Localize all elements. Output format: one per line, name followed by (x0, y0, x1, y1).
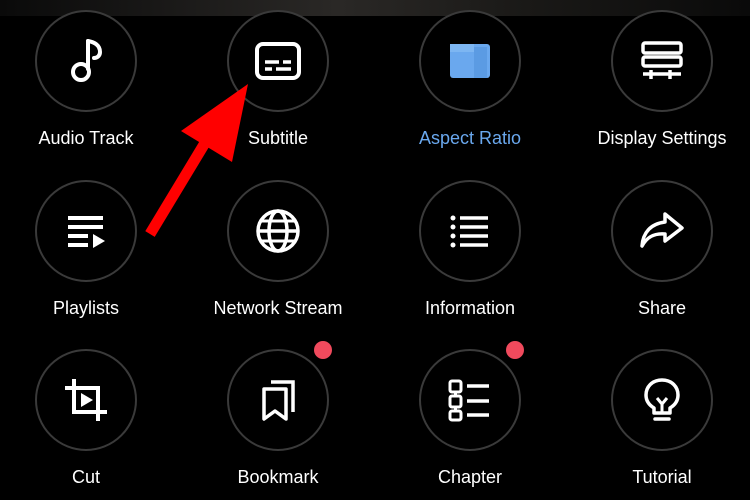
new-badge-dot (314, 341, 332, 359)
menu-item-network-stream[interactable]: Network Stream (188, 180, 368, 330)
menu-item-label: Display Settings (597, 128, 727, 148)
chapter-button[interactable] (419, 349, 521, 451)
chapter-icon (448, 379, 489, 422)
playlist-icon (68, 216, 105, 248)
new-badge-dot (506, 341, 524, 359)
share-icon (640, 212, 684, 248)
menu-item-cut[interactable]: Cut (0, 349, 176, 499)
display-settings-button[interactable] (611, 10, 713, 112)
menu-item-label: Tutorial (632, 467, 692, 487)
information-button[interactable] (419, 180, 521, 282)
menu-item-subtitle[interactable]: Subtitle (188, 10, 368, 160)
menu-item-tutorial[interactable]: Tutorial (572, 349, 750, 499)
music-note-icon (71, 39, 103, 82)
menu-item-label: Subtitle (247, 128, 309, 148)
cut-button[interactable] (35, 349, 137, 451)
aspect-ratio-button[interactable] (419, 10, 521, 112)
tutorial-button[interactable] (611, 349, 713, 451)
cut-crop-icon (65, 379, 107, 421)
more-menu-grid: Audio Track Subtitle Aspect Ratio Displa… (0, 0, 750, 500)
menu-item-information[interactable]: Information (380, 180, 560, 330)
audio-track-button[interactable] (35, 10, 137, 112)
menu-item-share[interactable]: Share (572, 180, 750, 330)
lightbulb-icon (644, 378, 680, 421)
menu-item-label: Bookmark (237, 467, 319, 487)
menu-item-label: Playlists (52, 298, 119, 318)
globe-icon (256, 209, 300, 253)
menu-item-label: Cut (71, 467, 100, 487)
bookmark-button[interactable] (227, 349, 329, 451)
menu-item-display-settings[interactable]: Display Settings (572, 10, 750, 160)
menu-item-label: Chapter (437, 467, 503, 487)
share-button[interactable] (611, 180, 713, 282)
menu-item-aspect-ratio[interactable]: Aspect Ratio (380, 10, 560, 160)
menu-item-label: Share (637, 298, 687, 318)
aspect-ratio-icon (450, 44, 490, 78)
info-list-icon (450, 215, 488, 248)
menu-item-label: Audio Track (38, 128, 134, 148)
menu-item-label: Information (424, 298, 516, 318)
menu-item-audio-track[interactable]: Audio Track (0, 10, 176, 160)
network-stream-button[interactable] (227, 180, 329, 282)
menu-item-label: Network Stream (213, 298, 343, 318)
display-settings-icon (641, 41, 683, 79)
bookmark-icon (262, 380, 295, 421)
menu-item-chapter[interactable]: Chapter (380, 341, 560, 499)
menu-item-bookmark[interactable]: Bookmark (188, 341, 368, 499)
menu-item-label: Aspect Ratio (418, 128, 522, 148)
playlists-button[interactable] (35, 180, 137, 282)
subtitle-icon (255, 42, 301, 80)
menu-item-playlists[interactable]: Playlists (0, 180, 176, 330)
subtitle-button[interactable] (227, 10, 329, 112)
